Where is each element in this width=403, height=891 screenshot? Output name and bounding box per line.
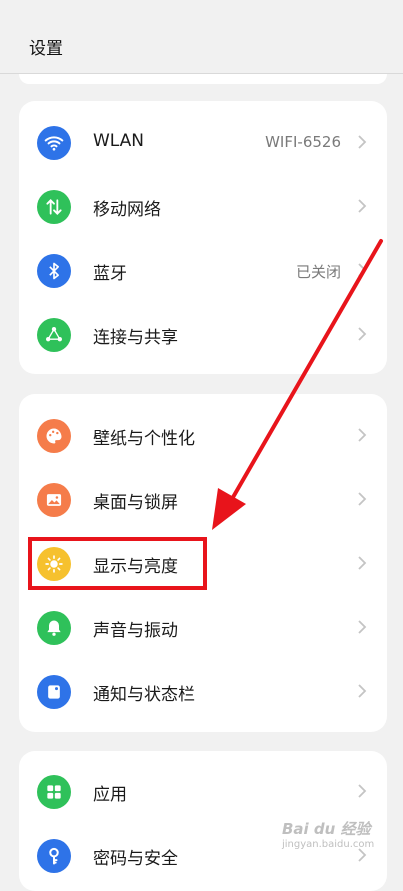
item-label: 桌面与锁屏 (93, 493, 178, 513)
settings-item-apps[interactable]: 应用 (19, 759, 387, 823)
item-label: 声音与振动 (93, 621, 178, 641)
apps-icon (37, 775, 71, 809)
wifi-icon (37, 126, 71, 160)
chevron-right-icon (358, 327, 367, 341)
item-label: 连接与共享 (93, 328, 178, 348)
item-label: 密码与安全 (93, 849, 178, 869)
settings-item-wlan[interactable]: WLAN WIFI-6526 (19, 110, 387, 174)
settings-item-home-lock[interactable]: 桌面与锁屏 (19, 467, 387, 531)
share-icon (37, 318, 71, 352)
chevron-right-icon (358, 199, 367, 213)
settings-item-connection-sharing[interactable]: 连接与共享 (19, 302, 387, 366)
settings-item-bluetooth[interactable]: 蓝牙 已关闭 (19, 238, 387, 302)
image-icon (37, 483, 71, 517)
chevron-right-icon (358, 135, 367, 149)
chevron-right-icon (358, 784, 367, 798)
page-title: 设置 (29, 39, 63, 59)
palette-icon (37, 419, 71, 453)
settings-item-wallpaper[interactable]: 壁纸与个性化 (19, 403, 387, 467)
chevron-right-icon (358, 556, 367, 570)
chevron-right-icon (358, 428, 367, 442)
status-bar-icons (329, 0, 389, 8)
highlight-box (28, 537, 207, 590)
item-label: WLAN (93, 131, 145, 151)
item-label: 应用 (93, 785, 127, 805)
item-value: 已关闭 (295, 263, 341, 281)
watermark-logo: Bai du 经验 jingyan.baidu.com (282, 818, 374, 850)
item-label: 移动网络 (93, 200, 161, 220)
chevron-right-icon (358, 263, 367, 277)
chevron-right-icon (358, 620, 367, 634)
chevron-right-icon (358, 492, 367, 506)
key-icon (37, 839, 71, 873)
item-label: 壁纸与个性化 (93, 429, 195, 449)
bell-icon (37, 611, 71, 645)
chevron-right-icon (358, 684, 367, 698)
connectivity-group: WLAN WIFI-6526 移动网络 蓝牙 已关闭 连接与共享 (19, 101, 387, 374)
watermark-sub: jingyan.baidu.com (282, 839, 375, 850)
item-value: WIFI-6526 (265, 133, 341, 151)
notification-icon (37, 675, 71, 709)
settings-item-mobile-network[interactable]: 移动网络 (19, 174, 387, 238)
item-label: 通知与状态栏 (93, 685, 195, 705)
item-label: 蓝牙 (93, 264, 127, 284)
settings-item-notification-status-bar[interactable]: 通知与状态栏 (19, 659, 387, 723)
settings-item-sound-vibration[interactable]: 声音与振动 (19, 595, 387, 659)
mobile-data-icon (37, 190, 71, 224)
previous-card-edge (19, 74, 387, 84)
watermark-main: Bai du 经验 (282, 820, 371, 838)
bluetooth-icon (37, 254, 71, 288)
